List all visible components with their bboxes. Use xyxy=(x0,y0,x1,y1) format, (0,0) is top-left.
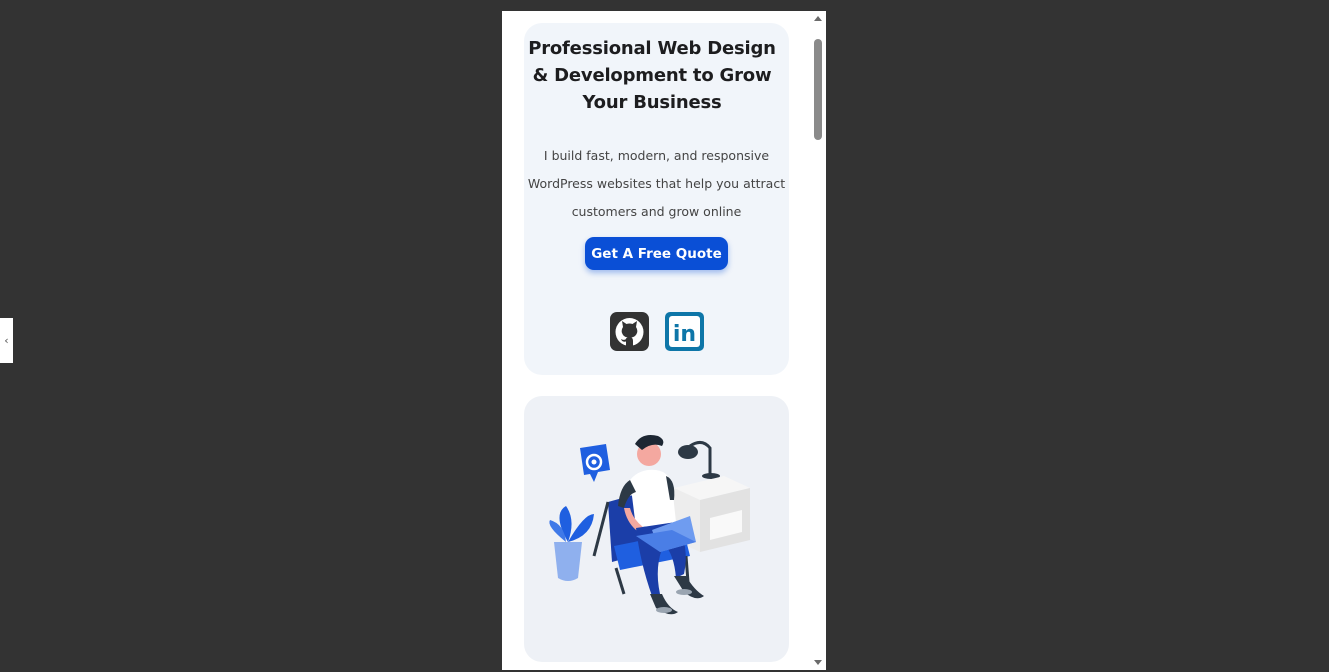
hero-title-line: & Development to Grow xyxy=(532,65,772,86)
sidebar-collapse-toggle[interactable]: ‹ xyxy=(0,318,13,363)
hero-desc-line: customers and grow online xyxy=(571,204,742,219)
illustration-section xyxy=(524,396,789,662)
gear-bubble-icon xyxy=(580,444,610,482)
get-free-quote-button[interactable]: Get A Free Quote xyxy=(585,237,728,270)
social-links: in xyxy=(610,312,705,352)
hero-title: Professional Web Design & Development to… xyxy=(524,35,780,116)
hero-title-line: Your Business xyxy=(582,92,722,113)
hero-description: I build fast, modern, and responsive Wor… xyxy=(524,142,789,226)
scroll-up-arrow-icon[interactable] xyxy=(814,16,822,21)
linkedin-link[interactable]: in xyxy=(665,312,704,351)
hero-desc-line: WordPress websites that help you attract xyxy=(527,176,786,191)
github-icon xyxy=(610,312,649,351)
mobile-preview-viewport[interactable]: Professional Web Design & Development to… xyxy=(502,11,826,670)
scroll-down-arrow-icon[interactable] xyxy=(814,660,822,665)
hero-title-line: Professional Web Design xyxy=(528,38,776,59)
hero-section: Professional Web Design & Development to… xyxy=(524,23,789,375)
vertical-scrollbar[interactable] xyxy=(811,11,826,670)
hero-desc-line: I build fast, modern, and responsive xyxy=(543,148,770,163)
desk-lamp xyxy=(678,441,720,479)
github-link[interactable] xyxy=(610,312,649,351)
linkedin-wordmark: in xyxy=(673,322,696,347)
potted-plant xyxy=(549,506,594,581)
scroll-thumb[interactable] xyxy=(814,39,822,140)
linkedin-icon: in xyxy=(665,312,704,351)
person-laptop-illustration xyxy=(549,435,750,615)
chevron-left-icon: ‹ xyxy=(4,334,9,347)
